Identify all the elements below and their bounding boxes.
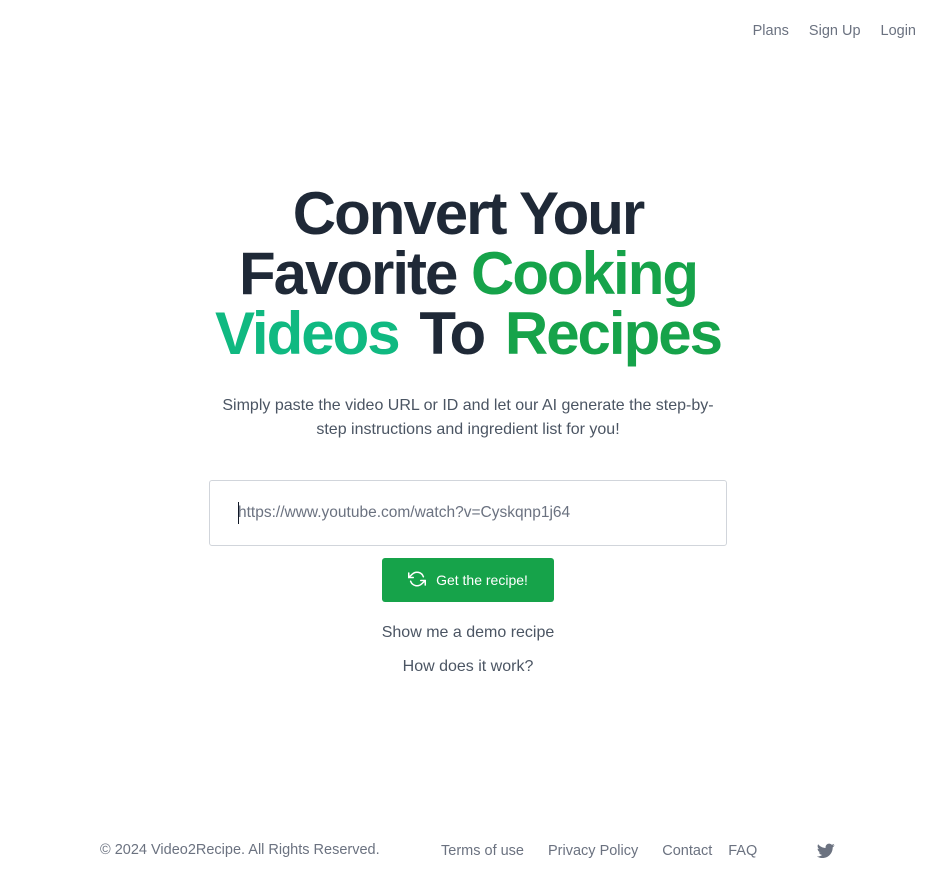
headline-to: To [419, 300, 486, 367]
headline-line-3: Videos To Recipes [0, 304, 936, 364]
headline-line-1: Convert Your [292, 180, 646, 247]
url-input-container[interactable] [209, 480, 727, 546]
footer-faq-link[interactable]: FAQ [728, 843, 757, 859]
page-title: Convert Your Favorite Cooking Videos To … [0, 184, 936, 364]
top-nav: Plans Sign Up Login [753, 23, 916, 39]
hero-subtitle: Simply paste the video URL or ID and let… [222, 397, 714, 438]
page: Plans Sign Up Login Convert Your Favorit… [0, 0, 936, 879]
hero: Convert Your Favorite Cooking Videos To … [0, 184, 936, 442]
footer-copyright: © 2024 Video2Recipe. All Rights Reserved… [100, 842, 380, 858]
nav-signup-link[interactable]: Sign Up [809, 23, 861, 39]
how-it-works-link[interactable]: How does it work? [0, 658, 936, 676]
headline-videos: Videos [215, 300, 401, 367]
video-url-input[interactable] [238, 504, 698, 522]
get-recipe-label: Get the recipe! [436, 572, 528, 588]
demo-recipe-link[interactable]: Show me a demo recipe [0, 624, 936, 642]
twitter-icon[interactable] [816, 843, 835, 859]
footer-privacy-link[interactable]: Privacy Policy [548, 843, 638, 859]
headline-cooking: Cooking [471, 240, 699, 307]
get-recipe-button[interactable]: Get the recipe! [382, 558, 554, 602]
headline-recipes: Recipes [504, 300, 723, 367]
footer-links: Terms of use Privacy Policy Contact FAQ [441, 843, 757, 859]
headline-favorite: Favorite [238, 240, 458, 307]
footer-terms-link[interactable]: Terms of use [441, 843, 524, 859]
nav-login-link[interactable]: Login [881, 23, 916, 39]
footer-contact-link[interactable]: Contact [662, 843, 712, 859]
refresh-icon [408, 570, 427, 591]
nav-plans-link[interactable]: Plans [753, 23, 789, 39]
headline-line-2: Favorite Cooking [0, 244, 936, 304]
